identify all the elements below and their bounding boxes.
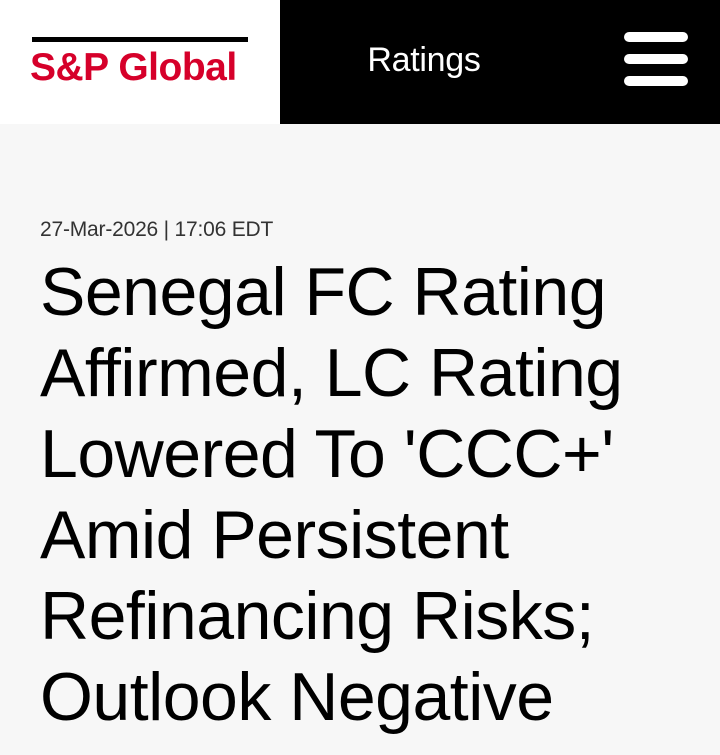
sp-global-logo[interactable]: S&P Global	[0, 0, 280, 124]
site-header: S&P Global Ratings	[0, 0, 720, 124]
article-headline: Senegal FC Rating Affirmed, LC Rating Lo…	[40, 254, 623, 735]
menu-line	[624, 76, 688, 86]
logo-bar	[32, 37, 248, 42]
section-title[interactable]: Ratings	[280, 38, 568, 82]
logo-text: S&P Global	[30, 46, 237, 89]
article-dateline: 27-Mar-2026 | 17:06 EDT	[40, 218, 274, 241]
nav-bar: Ratings	[280, 0, 720, 124]
menu-line	[624, 54, 688, 64]
hamburger-menu-icon[interactable]	[624, 32, 688, 88]
article: 27-Mar-2026 | 17:06 EDT Senegal FC Ratin…	[40, 214, 700, 738]
menu-line	[624, 32, 688, 42]
